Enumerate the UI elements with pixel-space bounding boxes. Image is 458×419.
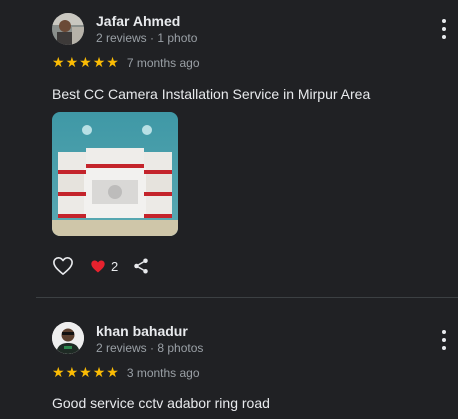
reviewer-name[interactable]: Jafar Ahmed bbox=[96, 13, 180, 29]
share-icon bbox=[134, 258, 148, 274]
star-rating: ★ ★ ★ ★ ★ bbox=[52, 56, 119, 70]
more-options-button[interactable] bbox=[440, 330, 448, 350]
review-card: khan bahadur 2 reviews · 8 photos ★ ★ ★ ★ ★ … bbox=[0, 298, 458, 419]
more-vert-icon bbox=[442, 330, 446, 334]
review-time: 7 months ago bbox=[126, 56, 200, 70]
star-icon: ★ bbox=[79, 55, 92, 71]
star-icon: ★ bbox=[65, 55, 79, 71]
reviewer-meta: 2 reviews · 8 photos bbox=[96, 341, 204, 355]
star-icon: ★ bbox=[106, 365, 119, 381]
share-button[interactable] bbox=[132, 257, 150, 275]
liked-count[interactable]: 2 bbox=[90, 259, 118, 274]
review-photo[interactable] bbox=[52, 112, 178, 236]
reviewer-avatar[interactable] bbox=[52, 322, 84, 354]
more-vert-icon bbox=[442, 19, 446, 23]
reviewer-meta: 2 reviews · 1 photo bbox=[96, 31, 198, 45]
thumb-heart-icon bbox=[53, 257, 73, 275]
reviewer-name[interactable]: khan bahadur bbox=[96, 323, 188, 339]
star-rating: ★ ★ ★ ★ ★ bbox=[52, 366, 119, 380]
star-icon: ★ bbox=[52, 365, 65, 381]
rating-row: ★ ★ ★ ★ ★ 3 months ago bbox=[52, 366, 200, 380]
star-icon: ★ bbox=[79, 365, 92, 381]
reviewer-avatar[interactable] bbox=[52, 13, 84, 45]
review-text: Good service cctv adabor ring road bbox=[52, 395, 270, 411]
review-time: 3 months ago bbox=[126, 366, 200, 380]
like-count: 2 bbox=[111, 258, 119, 274]
review-card: Jafar Ahmed 2 reviews · 1 photo ★ ★ ★ ★ ★ 7 … bbox=[0, 0, 458, 297]
star-icon: ★ bbox=[106, 55, 119, 71]
heart-icon bbox=[91, 260, 105, 272]
star-icon: ★ bbox=[92, 365, 106, 381]
rating-row: ★ ★ ★ ★ ★ 7 months ago bbox=[52, 56, 200, 70]
star-icon: ★ bbox=[92, 55, 106, 71]
star-icon: ★ bbox=[52, 55, 65, 71]
star-icon: ★ bbox=[65, 365, 79, 381]
more-options-button[interactable] bbox=[440, 19, 448, 39]
like-button[interactable] bbox=[52, 256, 74, 276]
review-text: Best CC Camera Installation Service in M… bbox=[52, 86, 371, 102]
review-actions: 2 bbox=[52, 256, 150, 276]
